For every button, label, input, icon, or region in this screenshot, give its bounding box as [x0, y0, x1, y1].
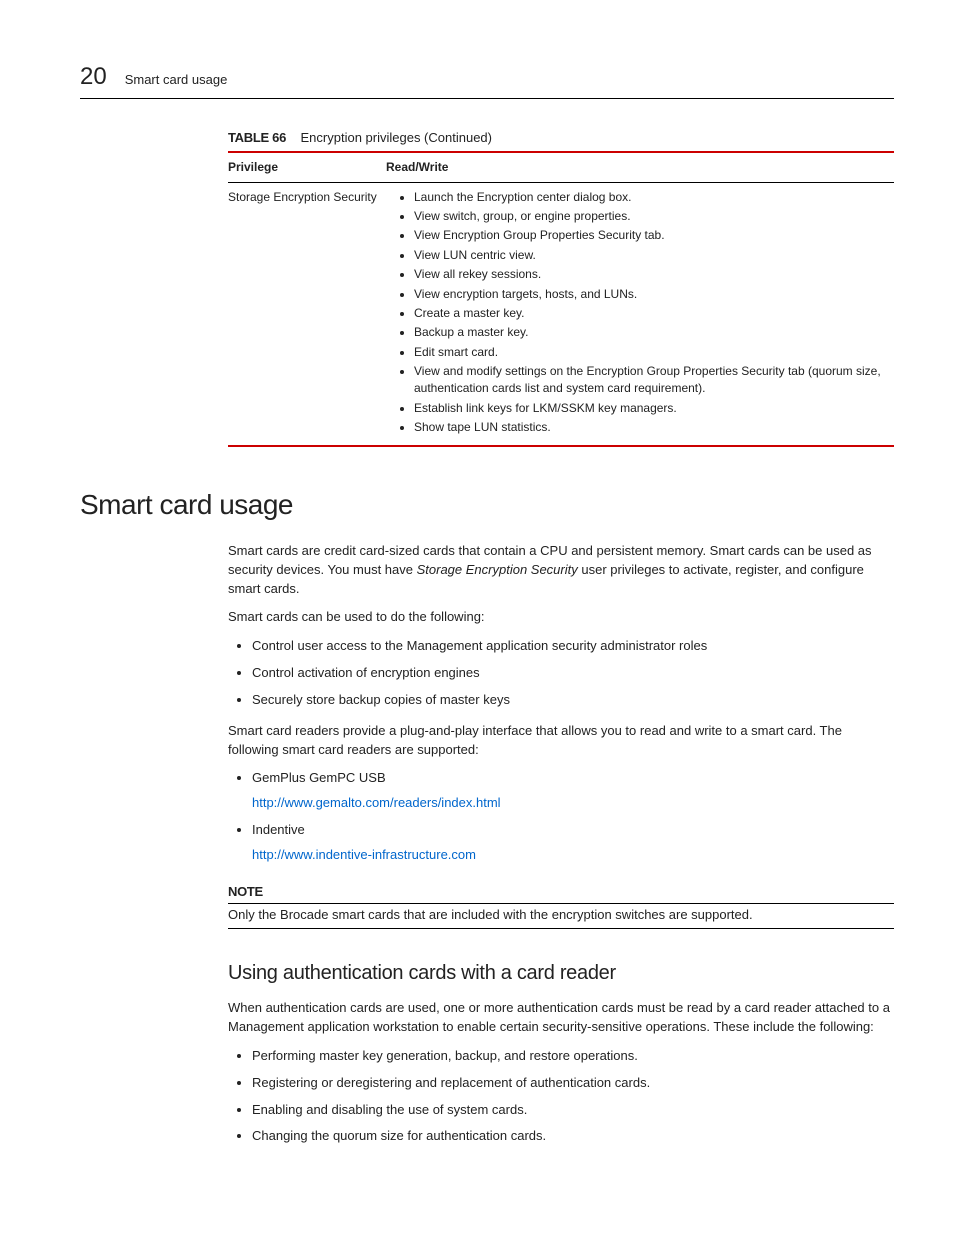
- paragraph: When authentication cards are used, one …: [228, 999, 894, 1037]
- running-title: Smart card usage: [125, 71, 228, 89]
- page-header: 20 Smart card usage: [80, 60, 894, 99]
- table-label: TABLE 66: [228, 130, 286, 145]
- main-content: TABLE 66 Encryption privileges (Continue…: [228, 129, 894, 1147]
- table-row: Storage Encryption Security Launch the E…: [228, 182, 894, 446]
- table-caption: TABLE 66 Encryption privileges (Continue…: [228, 129, 894, 147]
- cell-readwrite: Launch the Encryption center dialog box.…: [386, 182, 894, 446]
- list-item: View LUN centric view.: [414, 247, 886, 264]
- privileges-table: Privilege Read/Write Storage Encryption …: [228, 151, 894, 447]
- reader-name: Indentive: [252, 822, 305, 837]
- list-item: Indentive http://www.indentive-infrastru…: [252, 821, 894, 865]
- reader-link[interactable]: http://www.indentive-infrastructure.com: [252, 846, 894, 865]
- list-item: Backup a master key.: [414, 324, 886, 341]
- list-item: Launch the Encryption center dialog box.: [414, 189, 886, 206]
- italic-text: Storage Encryption Security: [417, 562, 578, 577]
- section-heading: Smart card usage: [80, 485, 894, 524]
- paragraph: Smart card readers provide a plug-and-pl…: [228, 722, 894, 760]
- note-text: Only the Brocade smart cards that are in…: [228, 903, 894, 929]
- list-item: View all rekey sessions.: [414, 266, 886, 283]
- chapter-number: 20: [80, 60, 107, 94]
- list-item: Create a master key.: [414, 305, 886, 322]
- readers-list: GemPlus GemPC USB http://www.gemalto.com…: [228, 769, 894, 864]
- paragraph: Smart cards can be used to do the follow…: [228, 608, 894, 627]
- uses-list: Control user access to the Management ap…: [228, 637, 894, 710]
- subsection-heading: Using authentication cards with a card r…: [228, 959, 894, 987]
- list-item: Establish link keys for LKM/SSKM key man…: [414, 400, 886, 417]
- list-item: GemPlus GemPC USB http://www.gemalto.com…: [252, 769, 894, 813]
- list-item: View and modify settings on the Encrypti…: [414, 363, 886, 398]
- list-item: Show tape LUN statistics.: [414, 419, 886, 436]
- list-item: Registering or deregistering and replace…: [252, 1074, 894, 1093]
- reader-link[interactable]: http://www.gemalto.com/readers/index.htm…: [252, 794, 894, 813]
- list-item: View encryption targets, hosts, and LUNs…: [414, 286, 886, 303]
- list-item: View Encryption Group Properties Securit…: [414, 227, 886, 244]
- note-label: NOTE: [228, 883, 894, 901]
- table-header-readwrite: Read/Write: [386, 152, 894, 182]
- list-item: Changing the quorum size for authenticat…: [252, 1127, 894, 1146]
- table-caption-text: Encryption privileges (Continued): [301, 130, 492, 145]
- privilege-list: Launch the Encryption center dialog box.…: [386, 189, 886, 437]
- table-header-privilege: Privilege: [228, 152, 386, 182]
- cell-privilege: Storage Encryption Security: [228, 182, 386, 446]
- note-block: NOTE Only the Brocade smart cards that a…: [228, 883, 894, 929]
- list-item: View switch, group, or engine properties…: [414, 208, 886, 225]
- list-item: Securely store backup copies of master k…: [252, 691, 894, 710]
- list-item: Performing master key generation, backup…: [252, 1047, 894, 1066]
- reader-name: GemPlus GemPC USB: [252, 770, 386, 785]
- list-item: Control user access to the Management ap…: [252, 637, 894, 656]
- operations-list: Performing master key generation, backup…: [228, 1047, 894, 1146]
- list-item: Edit smart card.: [414, 344, 886, 361]
- list-item: Enabling and disabling the use of system…: [252, 1101, 894, 1120]
- list-item: Control activation of encryption engines: [252, 664, 894, 683]
- paragraph: Smart cards are credit card-sized cards …: [228, 542, 894, 599]
